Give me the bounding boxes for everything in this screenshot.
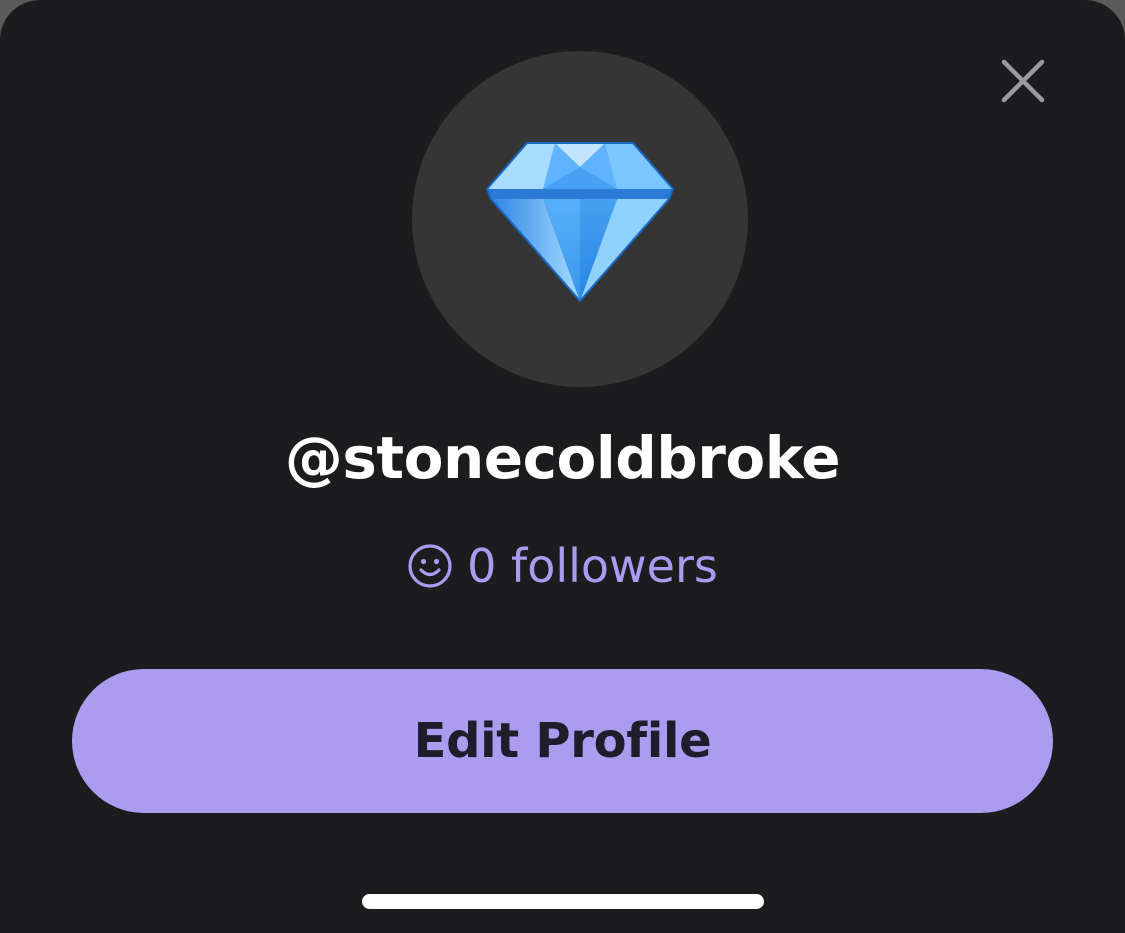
- username: @stonecoldbroke: [284, 424, 841, 492]
- close-button[interactable]: [992, 50, 1054, 112]
- followers-count[interactable]: 0 followers: [0, 536, 1125, 596]
- profile-sheet: @stonecoldbroke 0 followers Edit Profile: [0, 0, 1125, 933]
- followers-label: 0 followers: [467, 539, 718, 593]
- edit-profile-button[interactable]: Edit Profile: [72, 669, 1053, 813]
- gem-stone-icon: [486, 142, 674, 302]
- edit-profile-label: Edit Profile: [413, 713, 712, 769]
- smile-icon: [407, 543, 453, 589]
- avatar: [412, 51, 748, 387]
- home-indicator[interactable]: [362, 894, 764, 909]
- close-icon: [1001, 59, 1045, 103]
